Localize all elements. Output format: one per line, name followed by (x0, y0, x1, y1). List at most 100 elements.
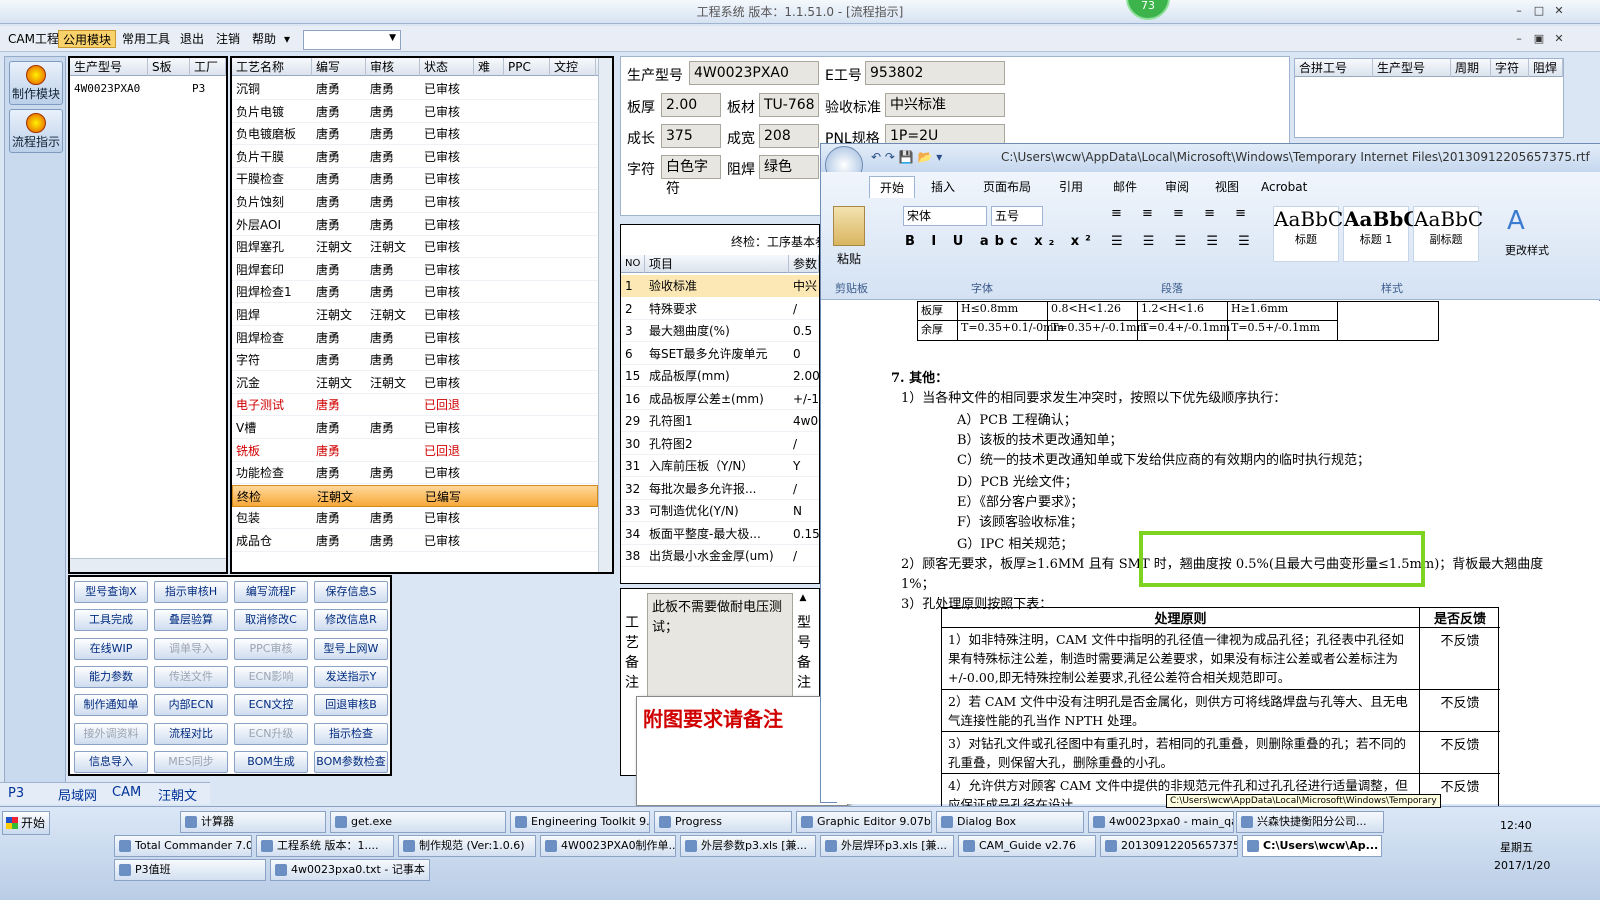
table-row[interactable]: 2 特殊要求 / (621, 298, 819, 320)
function-button[interactable]: 叠层验算 (154, 609, 228, 632)
table-row[interactable]: 15 成品板厚(mm) 2.00 (621, 365, 820, 387)
vertical-scrollbar[interactable] (598, 58, 612, 572)
function-button[interactable]: MES同步 (154, 750, 228, 773)
col-model[interactable]: 生产型号 (70, 58, 148, 76)
taskbar-button[interactable]: 4W0023PXA0制作单... (540, 835, 676, 857)
function-button[interactable]: 取消修改C (234, 609, 308, 632)
field-e-no[interactable]: 953802 (865, 61, 1005, 85)
table-row[interactable]: 30 孔符图2 / (621, 433, 819, 455)
table-row[interactable]: V槽 唐勇 唐勇 已审核 (232, 417, 598, 439)
function-button[interactable]: 回退审核B (314, 694, 388, 717)
ribbon-tab[interactable]: 邮件 (1103, 176, 1147, 198)
child-close-icon[interactable]: ✕ (1552, 32, 1566, 46)
field-material[interactable]: TU-768 (759, 93, 819, 117)
function-button[interactable]: 调单导入 (154, 637, 228, 660)
table-row[interactable]: 29 孔符图1 4w00 (621, 410, 826, 432)
style-gallery-item[interactable]: AaBbC 标题 1 (1343, 206, 1419, 262)
table-row[interactable]: 终检 汪朝文 已编写 (232, 484, 598, 507)
table-row[interactable]: 32 每批次最多允许报... / (621, 478, 819, 500)
function-button[interactable]: 保存信息S (314, 581, 388, 603)
table-row[interactable]: 电子测试 唐勇 已回退 (232, 394, 598, 417)
status-cam[interactable]: CAM (112, 785, 141, 800)
child-restore-icon[interactable]: ▣ (1532, 32, 1546, 46)
word-document[interactable]: 板厚 H≤0.8mm 0.8<H<1.26 1.2<H<1.6 H≥1.6mm 余厚 T=0… (837, 301, 1600, 814)
module-combo[interactable]: ▼ (303, 30, 401, 50)
function-button[interactable]: BOM参数检查 (314, 750, 388, 773)
style-gallery-item[interactable]: AaBbC 副标题 (1413, 206, 1483, 262)
taskbar-button[interactable]: 制作规范 (Ver:1.0.6) (398, 835, 536, 857)
col-merge-cycle[interactable]: 周期 (1451, 59, 1491, 77)
col-process[interactable]: 工艺名称 (232, 58, 312, 76)
taskbar-button[interactable]: 4w0023pxa0.txt - 记事本 (270, 859, 430, 881)
col-param[interactable]: 参数 (789, 255, 819, 273)
horizontal-scrollbar[interactable] (70, 558, 226, 572)
style-gallery-item[interactable]: AaBbC 标题 (1273, 206, 1343, 262)
site-select[interactable]: P3 (8, 786, 24, 801)
table-row[interactable]: 负电镀磨板 唐勇 唐勇 已审核 (232, 123, 598, 146)
function-button[interactable]: 修改信息R (314, 609, 388, 632)
field-silkscreen[interactable]: 白色字符 (661, 155, 721, 197)
function-button[interactable]: 内部ECN (154, 694, 228, 717)
close-icon[interactable]: ✕ (1552, 4, 1566, 18)
paragraph-icons[interactable]: ≡ ≡ ≡ ≡ ≡ (1111, 206, 1254, 221)
child-minimize-icon[interactable]: – (1512, 32, 1526, 46)
table-row[interactable]: 4W0023PXA0 P3 (70, 78, 226, 100)
table-row[interactable]: 负片干膜 唐勇 唐勇 已审核 (232, 146, 598, 168)
function-button[interactable]: ECN影响 (234, 665, 308, 688)
function-button[interactable]: 流程对比 (154, 722, 228, 745)
function-button[interactable]: 指示检查 (314, 722, 388, 745)
field-soldermask[interactable]: 绿色 (759, 155, 819, 179)
function-button[interactable]: 型号查询X (74, 581, 148, 603)
field-thickness[interactable]: 2.00 (661, 93, 721, 117)
ribbon-tab[interactable]: 开始 (869, 176, 916, 198)
col-merge-mask[interactable]: 阻焊 (1529, 59, 1563, 77)
col-writer[interactable]: 编写 (312, 58, 366, 76)
process-remark-text[interactable]: 此板不需要做耐电压测试； (647, 593, 793, 701)
taskbar-button[interactable]: 20130912205657375... (1100, 835, 1238, 857)
col-ppc[interactable]: PPC (504, 58, 550, 76)
function-button[interactable]: 接外调资料 (74, 722, 148, 745)
ribbon-tab[interactable]: 引用 (1049, 176, 1093, 198)
function-button[interactable]: 指示审核H (154, 581, 228, 603)
col-no[interactable]: NO (621, 255, 645, 273)
table-row[interactable]: 干膜检查 唐勇 唐勇 已审核 (232, 168, 598, 191)
function-button[interactable]: 编写流程F (234, 581, 308, 603)
taskbar-button[interactable]: get.exe (330, 811, 506, 833)
quick-access-icons[interactable]: ↶ ↷ 💾 📂 ▾ (871, 150, 942, 164)
table-row[interactable]: 负片蚀刻 唐勇 唐勇 已审核 (232, 191, 598, 213)
taskbar-button[interactable]: Graphic Editor 9.07b2 ... (796, 811, 932, 833)
minimize-icon[interactable]: – (1512, 4, 1526, 18)
table-row[interactable]: 34 板面平整度-最大极... 0.15 (621, 523, 820, 545)
table-row[interactable]: 沉金 汪朝文 汪朝文 已审核 (232, 372, 598, 394)
table-row[interactable]: 负片电镀 唐勇 唐勇 已审核 (232, 101, 598, 123)
table-row[interactable]: 3 最大翘曲度(%) 0.5 (621, 320, 819, 342)
table-row[interactable]: 阻焊 汪朝文 汪朝文 已审核 (232, 304, 598, 326)
status-user[interactable]: 汪朝文 (158, 785, 197, 804)
function-button[interactable]: BOM生成 (234, 750, 308, 773)
table-row[interactable]: 沉铜 唐勇 唐勇 已审核 (232, 78, 598, 100)
taskbar-button[interactable]: Dialog Box (936, 811, 1084, 833)
table-row[interactable]: 铣板 唐勇 已回退 (232, 440, 598, 462)
col-doc-control[interactable]: 文控 (550, 58, 596, 76)
table-row[interactable]: 阻焊检查1 唐勇 唐勇 已审核 (232, 281, 598, 304)
table-row[interactable]: 33 可制造优化(Y/N) N (621, 500, 819, 522)
font-size-combo[interactable]: 五号 (991, 206, 1043, 226)
change-style-icon[interactable]: A (1507, 206, 1525, 236)
menu-cam[interactable]: CAM工程 (4, 30, 63, 48)
table-row[interactable]: 字符 唐勇 唐勇 已审核 (232, 349, 598, 372)
col-sboard[interactable]: S板 (148, 58, 190, 76)
col-merge-no[interactable]: 合拼工号 (1295, 59, 1373, 77)
taskbar-button[interactable]: 计算器 (180, 811, 326, 833)
table-row[interactable]: 1 验收标准 中兴 (621, 275, 819, 297)
taskbar-button[interactable]: Total Commander 7.0... (114, 835, 252, 857)
ribbon-tab[interactable]: 页面布局 (973, 176, 1041, 198)
taskbar-button[interactable]: P3值班 (114, 859, 266, 881)
taskbar-button[interactable]: 兴森快捷衡阳分公司... (1236, 811, 1384, 833)
col-factory[interactable]: 工厂 (190, 58, 226, 76)
maximize-icon[interactable]: □ (1532, 4, 1546, 18)
format-icons[interactable]: B I U abc x₂ x² (905, 234, 1097, 249)
table-row[interactable]: 外层AOI 唐勇 唐勇 已审核 (232, 214, 598, 236)
taskbar-button[interactable]: 工程系统 版本：1.... (256, 835, 394, 857)
field-length[interactable]: 375 (661, 124, 721, 148)
col-reviewer[interactable]: 审核 (366, 58, 420, 76)
